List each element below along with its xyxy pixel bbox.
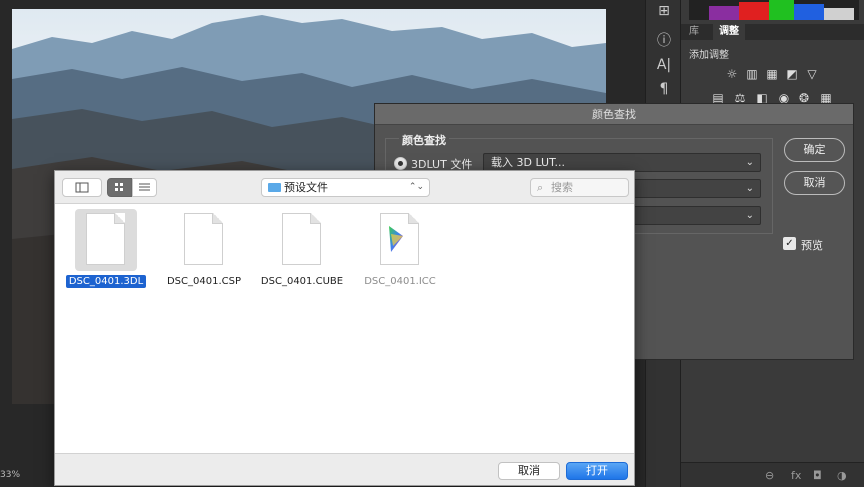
curves-icon[interactable]: ▦ bbox=[765, 68, 779, 80]
search-placeholder: 搜索 bbox=[551, 181, 573, 194]
file-toolbar: 预设文件 ⌃⌄ ⌕ 搜索 bbox=[55, 171, 634, 204]
chevron-down-icon: ⌄ bbox=[745, 183, 754, 194]
zoom-level: 33% bbox=[0, 470, 21, 480]
info-icon[interactable]: ⓘ bbox=[654, 32, 674, 50]
chevron-down-icon: ⌄ bbox=[745, 210, 754, 221]
file-thumb bbox=[75, 209, 137, 271]
sidebar-toggle-button[interactable] bbox=[62, 178, 102, 197]
file-name: DSC_0401.CSP bbox=[166, 276, 242, 287]
updown-chevron-icon: ⌃⌄ bbox=[408, 182, 424, 192]
add-adjustment-label: 添加调整 bbox=[689, 50, 729, 61]
cancel-button[interactable]: 取消 bbox=[498, 462, 560, 480]
color-gamut-icon bbox=[389, 226, 403, 252]
file-item[interactable]: DSC_0401.CUBE bbox=[251, 209, 344, 289]
sheet-footer: 取消 打开 bbox=[55, 453, 634, 485]
file-thumb bbox=[173, 209, 235, 271]
fx-icon[interactable]: fx bbox=[791, 469, 801, 482]
sidebar-icon bbox=[75, 182, 89, 193]
chevron-down-icon: ⌄ bbox=[745, 157, 754, 168]
icon-view-button[interactable] bbox=[107, 178, 132, 197]
mask-icon[interactable]: ◘ bbox=[813, 469, 822, 482]
preview-checkbox[interactable]: ✓ bbox=[783, 237, 796, 250]
file-name: DSC_0401.ICC bbox=[364, 276, 436, 287]
list-icon bbox=[139, 183, 150, 191]
cancel-button[interactable]: 取消 bbox=[784, 171, 845, 195]
icc-profile-icon bbox=[380, 213, 419, 265]
levels-icon[interactable]: ▥ bbox=[745, 68, 759, 80]
vibrance-icon[interactable]: ▽ bbox=[805, 68, 819, 80]
document-icon bbox=[86, 213, 125, 265]
brightness-icon[interactable]: ☼ bbox=[725, 68, 739, 80]
file-item[interactable]: DSC_0401.3DL bbox=[55, 209, 147, 289]
link-icon[interactable]: ⊖ bbox=[765, 469, 774, 482]
file-item[interactable]: DSC_0401.CSP bbox=[153, 209, 243, 289]
folder-name: 预设文件 bbox=[284, 181, 328, 194]
exposure-icon[interactable]: ◩ bbox=[785, 68, 799, 80]
file-thumb bbox=[369, 209, 431, 271]
group-label: 颜色查找 bbox=[399, 132, 449, 148]
dialog-title: 颜色查找 bbox=[375, 104, 853, 125]
stamp-icon[interactable]: ⊞ bbox=[654, 2, 674, 20]
adjust-layer-icon[interactable]: ◑ bbox=[837, 469, 847, 482]
paragraph-icon[interactable]: ¶ bbox=[654, 80, 674, 98]
histogram bbox=[689, 0, 859, 20]
list-view-button[interactable] bbox=[132, 178, 157, 197]
open-button[interactable]: 打开 bbox=[566, 462, 628, 480]
3dlut-radio[interactable] bbox=[394, 157, 407, 170]
file-item[interactable]: DSC_0401.ICC bbox=[349, 209, 439, 289]
panel-footer: ⊖ fx ◘ ◑ bbox=[681, 462, 864, 487]
preview-label: 预览 bbox=[801, 239, 823, 252]
file-name: DSC_0401.CUBE bbox=[260, 276, 344, 287]
search-input[interactable]: ⌕ 搜索 bbox=[530, 178, 629, 197]
file-grid: DSC_0401.3DL DSC_0401.CSP DSC_0401.CUBE … bbox=[55, 205, 634, 453]
3dlut-select-value: 载入 3D LUT... bbox=[491, 156, 565, 169]
tab-adjustments[interactable]: 调整 bbox=[713, 24, 745, 40]
grid-icon bbox=[115, 183, 123, 191]
folder-popup[interactable]: 预设文件 ⌃⌄ bbox=[261, 178, 430, 197]
folder-icon bbox=[268, 183, 281, 192]
search-icon: ⌕ bbox=[537, 181, 544, 194]
file-thumb bbox=[271, 209, 333, 271]
character-icon[interactable]: A| bbox=[654, 56, 674, 74]
file-name: DSC_0401.3DL bbox=[65, 275, 147, 288]
panel-tabs: 库 调整 bbox=[681, 24, 864, 40]
file-open-sheet: 预设文件 ⌃⌄ ⌕ 搜索 DSC_0401.3DL DSC_0401.CSP D… bbox=[54, 170, 635, 486]
ok-button[interactable]: 确定 bbox=[784, 138, 845, 162]
document-icon bbox=[282, 213, 321, 265]
tab-library[interactable]: 库 bbox=[683, 24, 705, 40]
document-icon bbox=[184, 213, 223, 265]
